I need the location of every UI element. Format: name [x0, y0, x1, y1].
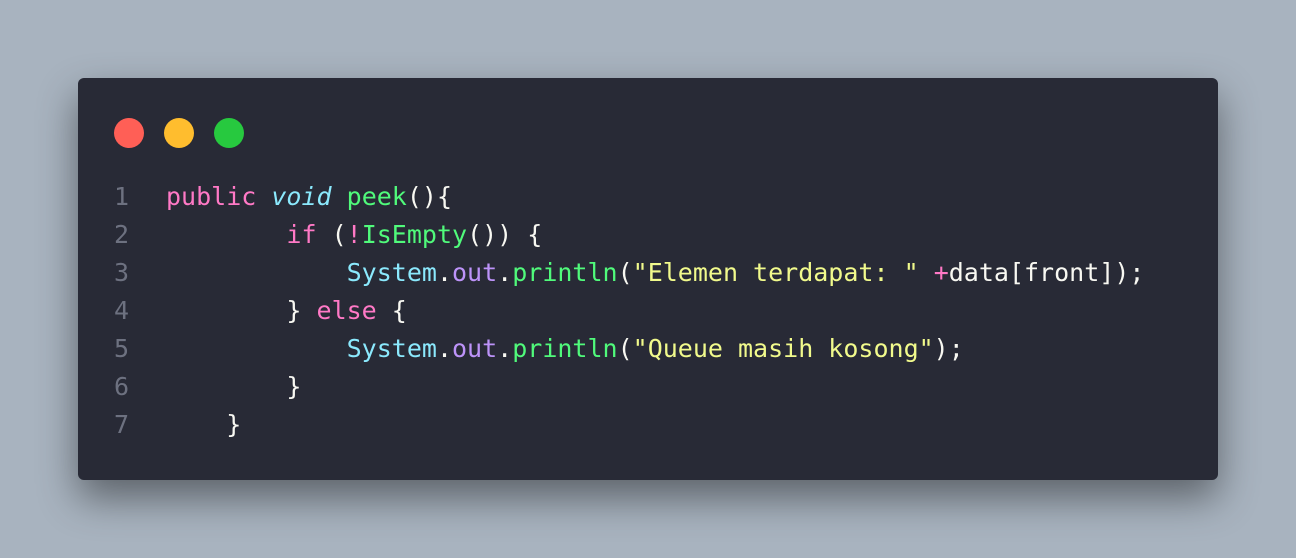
- code-token-plain: );: [933, 334, 964, 363]
- line-number: 1: [114, 182, 130, 211]
- line-source: }: [166, 368, 301, 406]
- code-token-plain: {: [376, 296, 407, 325]
- line-number: 5: [114, 334, 130, 363]
- line-source: System.out.println("Elemen terdapat: " +…: [166, 254, 1145, 292]
- code-token-plain: .: [436, 334, 452, 363]
- code-token-field: out: [452, 258, 498, 287]
- code-token-field: out: [452, 334, 498, 363]
- code-token-string: "Queue masih kosong": [632, 334, 934, 363]
- code-token-plain: }: [286, 372, 302, 401]
- minimize-dot-icon[interactable]: [164, 118, 194, 148]
- code-token-keyword: if: [286, 220, 317, 249]
- code-token-plain: (: [316, 220, 347, 249]
- code-token-keyword: else: [316, 296, 377, 325]
- line-number: 6: [114, 372, 130, 401]
- code-token-plain: (){: [406, 182, 453, 211]
- code-token-plain: .: [436, 258, 452, 287]
- code-line: 3 System.out.println("Elemen terdapat: "…: [78, 254, 1218, 292]
- code-token-plain: .: [497, 258, 513, 287]
- window-controls: [114, 118, 244, 148]
- maximize-dot-icon[interactable]: [214, 118, 244, 148]
- line-number: 3: [114, 258, 130, 287]
- code-token-string: "Elemen terdapat: ": [632, 258, 919, 287]
- code-token-func: println: [512, 258, 618, 287]
- code-token-plain: ()) {: [467, 220, 543, 249]
- line-source: } else {: [166, 292, 407, 330]
- code-line: 4 } else {: [78, 292, 1218, 330]
- code-token-func: IsEmpty: [361, 220, 468, 249]
- line-source: public void peek(){: [166, 178, 452, 216]
- line-number: 4: [114, 296, 130, 325]
- code-token-plain: .: [497, 334, 513, 363]
- code-token-class: System: [346, 334, 437, 363]
- code-token-class: System: [346, 258, 437, 287]
- line-number: 7: [114, 410, 130, 439]
- code-window: 1 public void peek(){2 if (!IsEmpty()) {3…: [78, 78, 1218, 480]
- line-source: System.out.println("Queue masih kosong")…: [166, 330, 964, 368]
- code-token-op: !: [346, 220, 362, 249]
- code-token-func: peek: [346, 182, 407, 211]
- code-token-plain: (: [617, 334, 633, 363]
- code-line: 6 }: [78, 368, 1218, 406]
- code-line: 7 }: [78, 406, 1218, 444]
- code-token-plain: (: [617, 258, 633, 287]
- code-block: 1 public void peek(){2 if (!IsEmpty()) {3…: [78, 178, 1218, 444]
- code-token-type: void: [271, 182, 332, 211]
- code-token-plain: }: [226, 410, 242, 439]
- code-token-op: +: [933, 258, 949, 287]
- line-number: 2: [114, 220, 130, 249]
- code-line: 5 System.out.println("Queue masih kosong…: [78, 330, 1218, 368]
- close-dot-icon[interactable]: [114, 118, 144, 148]
- code-token-plain: }: [286, 296, 317, 325]
- line-source: }: [166, 406, 241, 444]
- code-token-plain: data[front]);: [948, 258, 1145, 287]
- code-line: 1 public void peek(){: [78, 178, 1218, 216]
- code-token-func: println: [512, 334, 618, 363]
- line-source: if (!IsEmpty()) {: [166, 216, 542, 254]
- code-line: 2 if (!IsEmpty()) {: [78, 216, 1218, 254]
- code-token-keyword: public: [166, 182, 257, 211]
